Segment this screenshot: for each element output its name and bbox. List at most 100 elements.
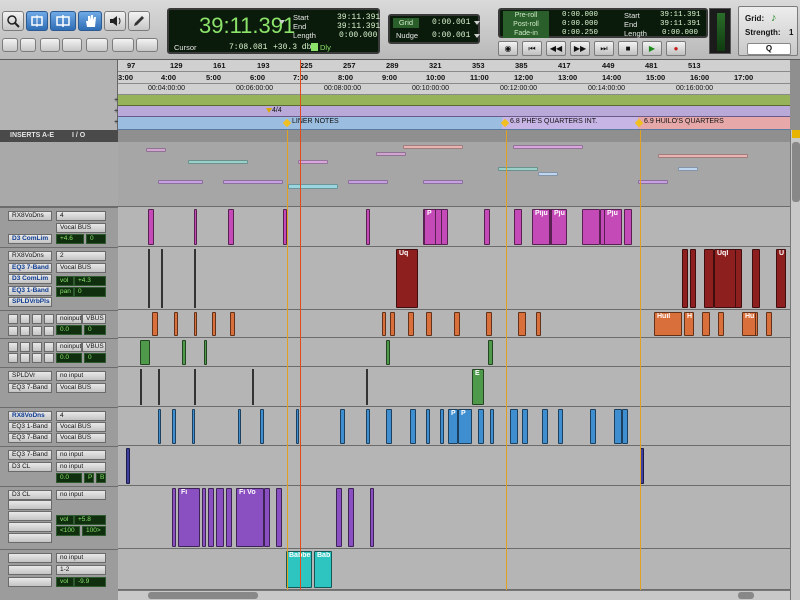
insert-slot[interactable]: EQ3 1-Band [8, 422, 52, 432]
volume-value[interactable]: +4.3 [74, 276, 106, 286]
overview-clip[interactable] [223, 180, 283, 184]
audio-clip[interactable]: Babbe [286, 551, 312, 588]
start-value[interactable]: 39:11.391 [337, 13, 380, 22]
volume-value[interactable]: 0.0 [56, 473, 82, 483]
input-selector[interactable]: no input [56, 490, 106, 500]
pan-value[interactable]: 0 [86, 234, 106, 244]
stop-button[interactable]: ■ [618, 41, 638, 56]
volume-value[interactable]: +5.8 [74, 515, 106, 525]
audio-clip[interactable] [336, 488, 342, 547]
insert-slot[interactable]: D3 ComLim [8, 274, 52, 284]
insert-slot[interactable]: D3 CL [8, 462, 52, 472]
audio-clip[interactable]: Pju [604, 209, 622, 245]
counter-menu-icon[interactable] [279, 20, 285, 24]
pan-value[interactable]: 0 [74, 287, 106, 297]
track-lane[interactable]: Babbe Bab [118, 549, 790, 590]
overview-clip[interactable] [158, 180, 203, 184]
empty-insert-slot[interactable] [20, 326, 30, 336]
audio-clip[interactable] [624, 209, 632, 245]
strength-value[interactable]: 1 [789, 28, 793, 37]
audio-clip[interactable] [542, 409, 548, 444]
audio-clip[interactable] [276, 488, 282, 547]
audio-clip[interactable] [766, 312, 772, 336]
audio-clip[interactable]: U [776, 249, 786, 308]
timecode-ruler[interactable]: 00:04:00:00 00:06:00:00 00:08:00:00 00:10:0… [118, 84, 790, 95]
audio-clip[interactable] [192, 409, 195, 444]
track-lane[interactable]: Huil H Hu [118, 310, 790, 338]
bars-ruler[interactable]: 97 129 161 193 225 257 289 321 353 385 417 449 481 51… [118, 60, 790, 72]
transport-end-value[interactable]: 39:11.391 [660, 20, 701, 28]
audio-clip[interactable] [488, 340, 493, 365]
empty-insert-slot[interactable] [44, 342, 54, 352]
grid-value[interactable]: 0:00.001 [432, 18, 470, 27]
transport-length-value[interactable]: 0:00.000 [662, 29, 698, 37]
audio-clip[interactable]: P [458, 409, 472, 444]
insert-slot[interactable]: RX8VoDns [8, 211, 52, 221]
audio-clip[interactable] [490, 409, 494, 444]
overview-clip[interactable] [376, 152, 406, 156]
audio-clip[interactable] [484, 209, 490, 245]
overview-clip[interactable] [146, 148, 166, 152]
pencil-tool-button[interactable] [128, 11, 150, 31]
audio-clip[interactable] [454, 312, 460, 336]
audio-clip[interactable] [590, 409, 596, 444]
audio-clip[interactable] [194, 209, 197, 245]
empty-insert-slot[interactable] [8, 553, 52, 563]
track-lane[interactable]: Fi Fi Vo [118, 486, 790, 549]
volume-value[interactable]: 0.0 [56, 353, 82, 363]
audio-clip[interactable] [174, 312, 178, 336]
output-selector[interactable]: VBUS [82, 314, 106, 324]
overview-clip[interactable] [513, 145, 583, 149]
audio-clip[interactable] [522, 409, 528, 444]
grid-menu-icon[interactable] [474, 21, 480, 25]
volume-value[interactable]: +4.6 [56, 234, 84, 244]
preroll-value[interactable]: 0:00.000 [562, 11, 598, 19]
audio-clip[interactable] [408, 312, 414, 336]
audio-clip[interactable] [702, 312, 710, 336]
audio-clip[interactable] [148, 209, 154, 245]
audio-clip[interactable]: Fi [178, 488, 200, 547]
clip-edit-marker[interactable] [252, 369, 254, 405]
audio-clip[interactable]: P [424, 209, 436, 245]
empty-insert-slot[interactable] [44, 314, 54, 324]
audio-clip[interactable] [264, 488, 270, 547]
insert-slot[interactable]: RX8VoDns [8, 411, 52, 421]
marker-liner-notes[interactable]: LINER NOTES [292, 118, 339, 125]
audio-clip[interactable]: Pju [551, 209, 567, 245]
empty-insert-slot[interactable] [8, 577, 52, 587]
tab-to-transient-button[interactable] [136, 38, 158, 52]
scrubber-tool-button[interactable] [104, 11, 126, 31]
track-lane[interactable]: PP [118, 407, 790, 446]
vertical-scrollbar[interactable] [790, 130, 800, 600]
audio-clip[interactable] [194, 312, 197, 336]
input-selector[interactable]: 2 [56, 251, 106, 261]
empty-insert-slot[interactable] [8, 500, 52, 510]
volume-value[interactable]: 0.0 [56, 325, 82, 335]
audio-clip[interactable] [386, 340, 390, 365]
pan-right-value[interactable]: 100> [82, 526, 106, 536]
overview-clip[interactable] [423, 180, 463, 184]
audio-clip[interactable] [704, 249, 714, 308]
playhead-line[interactable] [300, 60, 301, 590]
overview-clip[interactable] [498, 167, 538, 171]
audio-clip[interactable] [212, 312, 216, 336]
overview-clip[interactable] [348, 180, 388, 184]
volume-label[interactable]: vol [56, 515, 74, 525]
audio-clip[interactable] [514, 209, 522, 245]
empty-insert-slot[interactable] [20, 353, 30, 363]
overview-clip[interactable] [298, 160, 328, 164]
audio-clip[interactable] [682, 249, 688, 308]
audio-clip[interactable] [390, 312, 395, 336]
pan-value[interactable]: 0 [84, 325, 106, 335]
return-to-zero-button[interactable]: ⏮ [522, 41, 542, 56]
marker-phes-quarters[interactable]: 6.8 PHE'S QUARTERS INT. [510, 118, 597, 125]
clip-edit-marker[interactable] [158, 369, 160, 405]
empty-insert-slot[interactable] [8, 522, 52, 532]
audio-clip[interactable] [622, 409, 628, 444]
audio-clip[interactable] [518, 312, 526, 336]
audio-clip[interactable] [230, 312, 235, 336]
zoom-toggle-button[interactable] [112, 38, 134, 52]
overview-clip[interactable] [678, 167, 698, 171]
grid-mode-button[interactable] [62, 38, 82, 52]
transport-start-value[interactable]: 39:11.391 [660, 11, 701, 19]
